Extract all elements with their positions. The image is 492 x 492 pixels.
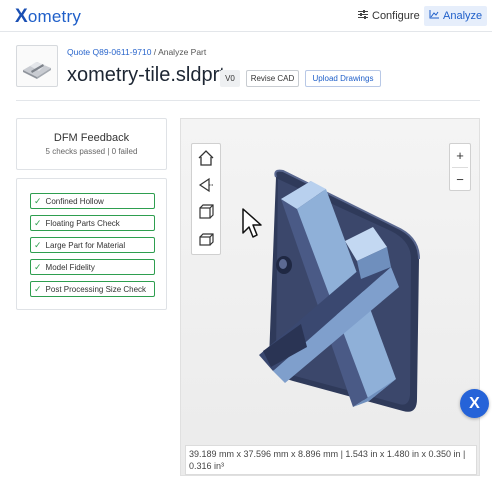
- cube-view-icon[interactable]: [196, 202, 216, 222]
- check-post-processing-size[interactable]: ✓ Post Processing Size Check: [30, 281, 155, 297]
- check-label: Floating Parts Check: [45, 218, 120, 228]
- top-bar: Xometry Configure Analyze: [0, 0, 492, 32]
- analyze-label: Analyze: [443, 10, 483, 22]
- xometry-logo[interactable]: Xometry: [15, 6, 81, 28]
- check-icon: ✓: [34, 195, 42, 206]
- version-badge[interactable]: V0: [220, 70, 240, 87]
- check-label: Confined Hollow: [45, 196, 104, 206]
- check-icon: ✓: [34, 217, 42, 228]
- model-viewer[interactable]: + − 39.189 mm x 37.596 mm x 8.896 mm | 1…: [180, 118, 480, 476]
- check-model-fidelity[interactable]: ✓ Model Fidelity: [30, 259, 155, 275]
- dfm-checks-list: ✓ Confined Hollow ✓ Floating Parts Check ✓…: [16, 178, 167, 310]
- analyze-nav-button[interactable]: Analyze: [424, 6, 488, 26]
- part-thumbnail: [16, 45, 58, 87]
- upload-drawings-button[interactable]: Upload Drawings: [305, 70, 381, 87]
- quote-link[interactable]: Quote Q89-0611-9710: [67, 47, 151, 57]
- check-icon: ✓: [34, 261, 42, 272]
- check-label: Model Fidelity: [45, 262, 95, 272]
- perspective-view-icon[interactable]: [196, 175, 216, 195]
- check-confined-hollow[interactable]: ✓ Confined Hollow: [30, 193, 155, 209]
- breadcrumb-current: Analyze Part: [158, 47, 207, 57]
- header-divider: [16, 100, 480, 101]
- check-large-part-material[interactable]: ✓ Large Part for Material: [30, 237, 155, 253]
- mouse-cursor-icon: [242, 208, 262, 238]
- revise-cad-button[interactable]: Revise CAD: [246, 70, 299, 87]
- home-view-icon[interactable]: [196, 148, 216, 168]
- check-label: Post Processing Size Check: [45, 284, 147, 294]
- view-toolbar: [191, 143, 221, 255]
- dfm-summary: 5 checks passed | 0 failed: [45, 147, 138, 156]
- configure-label: Configure: [372, 10, 420, 22]
- dfm-title: DFM Feedback: [53, 132, 130, 144]
- breadcrumb: Quote Q89-0611-9710 / Analyze Part: [67, 47, 206, 57]
- page-title: xometry-tile.sldprt: [67, 64, 225, 86]
- zoom-out-button[interactable]: −: [450, 168, 470, 191]
- dimensions-readout: 39.189 mm x 37.596 mm x 8.896 mm | 1.543…: [185, 445, 477, 475]
- chart-icon: [429, 10, 439, 22]
- configure-nav-button[interactable]: Configure: [354, 6, 424, 26]
- zoom-in-button[interactable]: +: [450, 144, 470, 167]
- zoom-controls: + −: [449, 143, 471, 191]
- sliders-icon: [358, 10, 368, 22]
- check-icon: ✓: [34, 283, 42, 294]
- box-view-icon[interactable]: [196, 229, 216, 249]
- dfm-feedback-card[interactable]: DFM Feedback 5 checks passed | 0 failed: [16, 118, 167, 170]
- check-floating-parts[interactable]: ✓ Floating Parts Check: [30, 215, 155, 231]
- part-model-render[interactable]: [181, 119, 480, 476]
- check-label: Large Part for Material: [45, 240, 126, 250]
- assistant-button[interactable]: X: [460, 389, 489, 418]
- check-icon: ✓: [34, 239, 42, 250]
